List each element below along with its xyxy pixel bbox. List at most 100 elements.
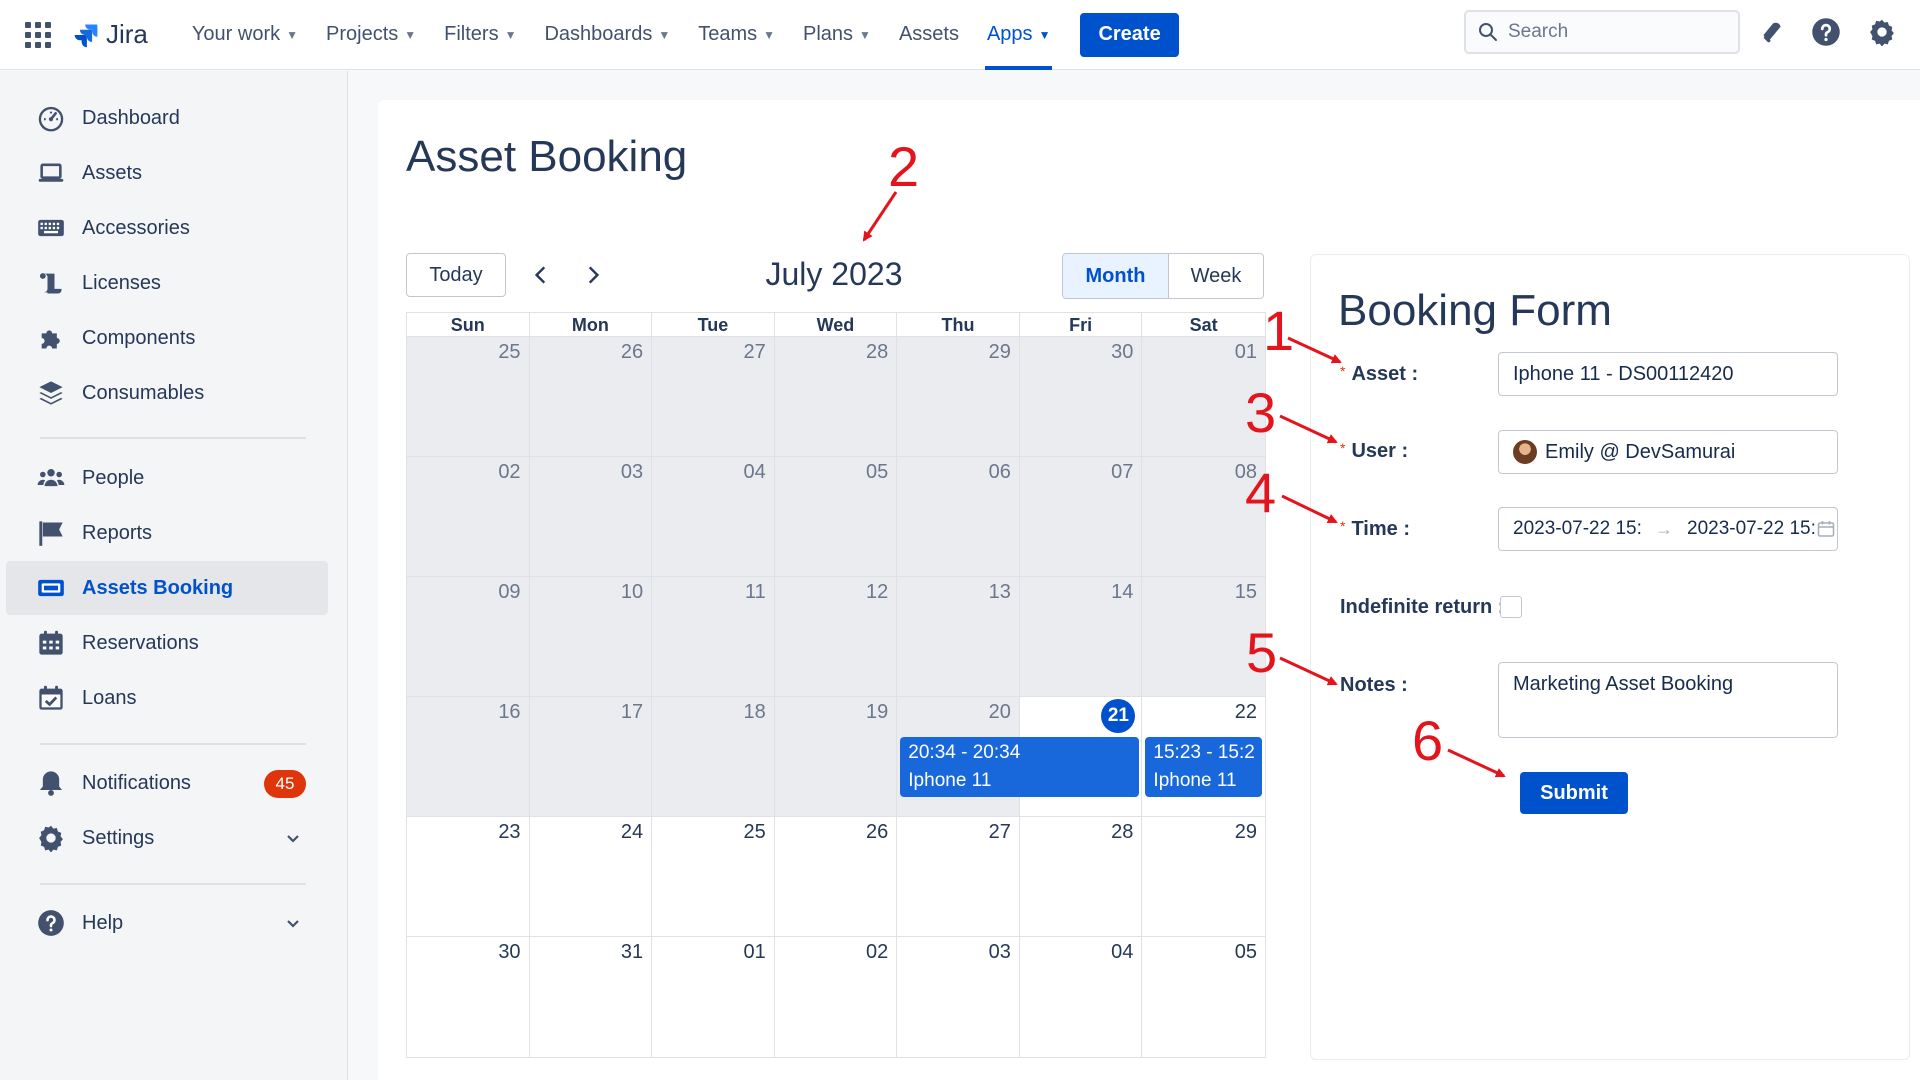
calendar-day-cell[interactable]: 28 (774, 337, 898, 457)
jira-logo[interactable]: Jira (72, 15, 148, 55)
day-number: 04 (1111, 941, 1134, 963)
calendar-day-cell[interactable]: 14 (1019, 577, 1143, 697)
day-number: 15 (1234, 581, 1257, 603)
calendar-day-cell[interactable]: 30 (1019, 337, 1143, 457)
next-month-button[interactable] (578, 260, 608, 290)
nav-filters[interactable]: Filters ▼ (430, 0, 530, 70)
sidebar-item-loans[interactable]: Loans (6, 671, 328, 725)
settings-icon[interactable] (1866, 16, 1898, 48)
calendar-day-cell[interactable]: 31 (529, 937, 653, 1057)
sidebar-item-consumables[interactable]: Consumables (6, 366, 328, 420)
sidebar-item-licenses[interactable]: Licenses (6, 256, 328, 310)
create-button[interactable]: Create (1080, 12, 1179, 57)
today-button[interactable]: Today (406, 253, 506, 297)
calendar-day-cell[interactable]: 28 (1019, 817, 1143, 937)
sidebar-item-people[interactable]: People (6, 451, 328, 505)
calendar-day-cell[interactable]: 27 (652, 337, 775, 457)
sidebar-item-reservations[interactable]: Reservations (6, 616, 328, 670)
calendar-day-cell[interactable]: 06 (897, 457, 1020, 577)
submit-button[interactable]: Submit (1520, 772, 1628, 814)
nav-teams[interactable]: Teams ▼ (684, 0, 789, 70)
start-date-input[interactable]: 2023-07-22 15:23 (1513, 518, 1641, 540)
calendar-day-cell[interactable]: 30 (407, 937, 530, 1057)
sidebar-item-dashboard[interactable]: Dashboard (6, 91, 328, 145)
calendar-day-cell[interactable]: 03 (897, 937, 1020, 1057)
chevron-down-icon[interactable] (284, 914, 302, 932)
calendar-day-cell[interactable]: 25 (407, 337, 530, 457)
time-range-picker[interactable]: 2023-07-22 15:23 → 2023-07-22 15:23 (1498, 507, 1838, 551)
calendar-day-cell[interactable]: 02 (407, 457, 530, 577)
calendar-day-cell[interactable]: 04 (652, 457, 775, 577)
sidebar-item-notifications[interactable]: Notifications 45 (6, 756, 328, 810)
calendar-day-cell[interactable]: 24 (529, 817, 653, 937)
calendar-day-cell[interactable]: 16 (407, 697, 530, 817)
chevron-down-icon: ▼ (404, 27, 417, 42)
day-number: 26 (620, 341, 644, 363)
calendar-day-cell[interactable]: 03 (529, 457, 653, 577)
calendar-day-cell[interactable]: 26 (774, 817, 898, 937)
calendar-day-cell[interactable]: 15 (1142, 577, 1265, 697)
asset-select[interactable]: Iphone 11 - DS00112420 (1498, 352, 1838, 396)
calendar-event[interactable]: 15:23 - 15:2 Iphone 11 (1145, 737, 1262, 797)
calendar-day-cell[interactable]: 23 (407, 817, 530, 937)
sidebar-item-help[interactable]: Help (6, 896, 328, 950)
sidebar-item-accessories[interactable]: Accessories (6, 201, 328, 255)
calendar-day-cell[interactable]: 01 (652, 937, 775, 1057)
calendar-day-cell[interactable]: 18 (652, 697, 775, 817)
month-view-button[interactable]: Month (1063, 254, 1169, 298)
calendar-day-cell[interactable]: 09 (407, 577, 530, 697)
day-number: 08 (1234, 461, 1257, 483)
day-number: 05 (1234, 941, 1257, 963)
notes-label: Notes : (1340, 674, 1408, 696)
sidebar-item-assets[interactable]: Assets (6, 146, 328, 200)
calendar-event[interactable]: 20:34 - 20:34 Iphone 11 (900, 737, 1140, 797)
app-switcher-icon[interactable] (20, 17, 56, 53)
sidebar-item-components[interactable]: Components (6, 311, 328, 365)
notifications-icon[interactable] (1756, 16, 1788, 48)
calendar-day-cell[interactable]: 08 (1142, 457, 1265, 577)
calendar-day-cell[interactable]: 13 (897, 577, 1020, 697)
end-date-input[interactable]: 2023-07-22 15:23 (1687, 518, 1815, 540)
nav-projects[interactable]: Projects ▼ (312, 0, 430, 70)
nav-plans[interactable]: Plans ▼ (789, 0, 885, 70)
calendar-day-cell[interactable]: 01 (1142, 337, 1265, 457)
week-view-button[interactable]: Week (1169, 254, 1263, 298)
calendar-day-cell[interactable]: 17 (529, 697, 653, 817)
day-number: 31 (620, 941, 644, 963)
nav-dashboards[interactable]: Dashboards ▼ (530, 0, 684, 70)
calendar-day-cell[interactable]: 25 (652, 817, 775, 937)
indefinite-return-checkbox[interactable] (1500, 596, 1522, 618)
calendar-day-cell[interactable]: 29 (1142, 817, 1265, 937)
sidebar-item-reports[interactable]: Reports (6, 506, 328, 560)
nav-label: Plans (803, 23, 854, 45)
nav-assets[interactable]: Assets (885, 0, 973, 70)
calendar-day-cell[interactable]: 19 (774, 697, 898, 817)
nav-your-work[interactable]: Your work ▼ (178, 0, 312, 70)
calendar-day-cell[interactable]: 12 (774, 577, 898, 697)
notes-textarea[interactable]: Marketing Asset Booking (1498, 662, 1838, 738)
sidebar-divider (40, 743, 306, 745)
calendar-day-cell[interactable]: 27 (897, 817, 1020, 937)
sidebar-item-assets-booking[interactable]: Assets Booking (6, 561, 328, 615)
calendar-day-cell[interactable]: 02 (774, 937, 898, 1057)
sidebar-item-settings[interactable]: Settings (6, 811, 328, 865)
search-input[interactable] (1508, 21, 1708, 43)
help-icon[interactable] (1810, 16, 1842, 48)
search-box[interactable] (1464, 10, 1740, 54)
day-number: 09 (498, 581, 521, 603)
calendar-day-cell[interactable]: 10 (529, 577, 653, 697)
weekday-label: Wed (774, 313, 898, 337)
chevron-down-icon[interactable] (284, 829, 302, 847)
prev-month-button[interactable] (526, 260, 556, 290)
calendar-day-cell[interactable]: 11 (652, 577, 775, 697)
nav-apps[interactable]: Apps ▼ (973, 0, 1064, 70)
calendar-day-cell[interactable]: 04 (1019, 937, 1143, 1057)
calendar-day-cell[interactable]: 05 (774, 457, 898, 577)
calendar-day-cell[interactable]: 05 (1142, 937, 1265, 1057)
sidebar-item-label: Assets (82, 161, 143, 184)
user-select[interactable]: Emily @ DevSamurai (1498, 430, 1838, 474)
calendar-day-cell[interactable]: 26 (529, 337, 653, 457)
nav-label: Dashboards (544, 23, 653, 45)
calendar-day-cell[interactable]: 07 (1019, 457, 1143, 577)
calendar-day-cell[interactable]: 29 (897, 337, 1020, 457)
